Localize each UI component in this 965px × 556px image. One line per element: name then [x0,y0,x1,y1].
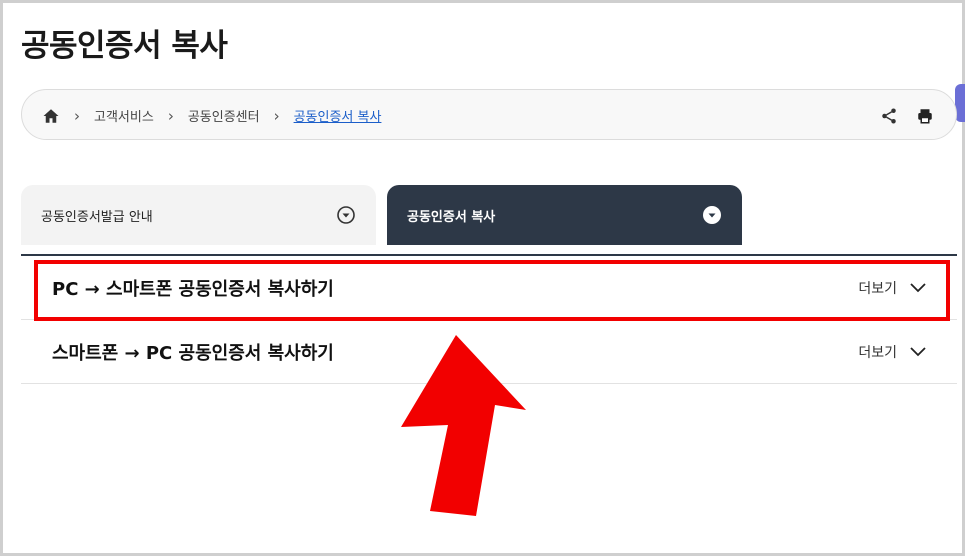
circle-chevron-down-icon [703,206,721,224]
breadcrumb-item-current[interactable]: 공동인증서 복사 [294,106,382,125]
tab-label: 공동인증서발급 안내 [41,209,153,225]
highlight-box [34,260,950,321]
breadcrumb-item-cert-center[interactable]: 공동인증센터 [188,106,260,125]
print-icon[interactable] [916,107,934,125]
chevron-right-icon: › [74,106,80,125]
more-label: 더보기 [858,345,897,361]
breadcrumb-item-customer-service[interactable]: 고객서비스 [94,106,154,125]
red-arrow-annotation [401,335,526,516]
accordion-title: 스마트폰 → PC 공동인증서 복사하기 [52,343,334,364]
more-button[interactable]: 더보기 [858,320,927,384]
circle-chevron-down-icon [337,206,355,224]
tab-label: 공동인증서 복사 [407,209,496,225]
chevron-down-icon [910,347,926,357]
page-title: 공동인증서 복사 [21,28,228,64]
tab-cert-issue-guide[interactable]: 공동인증서발급 안내 [21,185,376,245]
chevron-right-icon: › [273,106,280,125]
home-icon[interactable] [42,107,60,125]
breadcrumb-actions [880,90,934,141]
tab-cert-copy[interactable]: 공동인증서 복사 [387,185,742,245]
breadcrumb: › 고객서비스 › 공동인증센터 › 공동인증서 복사 [21,89,957,140]
breadcrumb-trail: › 고객서비스 › 공동인증센터 › 공동인증서 복사 [42,90,381,141]
share-icon[interactable] [880,107,898,125]
chevron-right-icon: › [167,106,174,125]
